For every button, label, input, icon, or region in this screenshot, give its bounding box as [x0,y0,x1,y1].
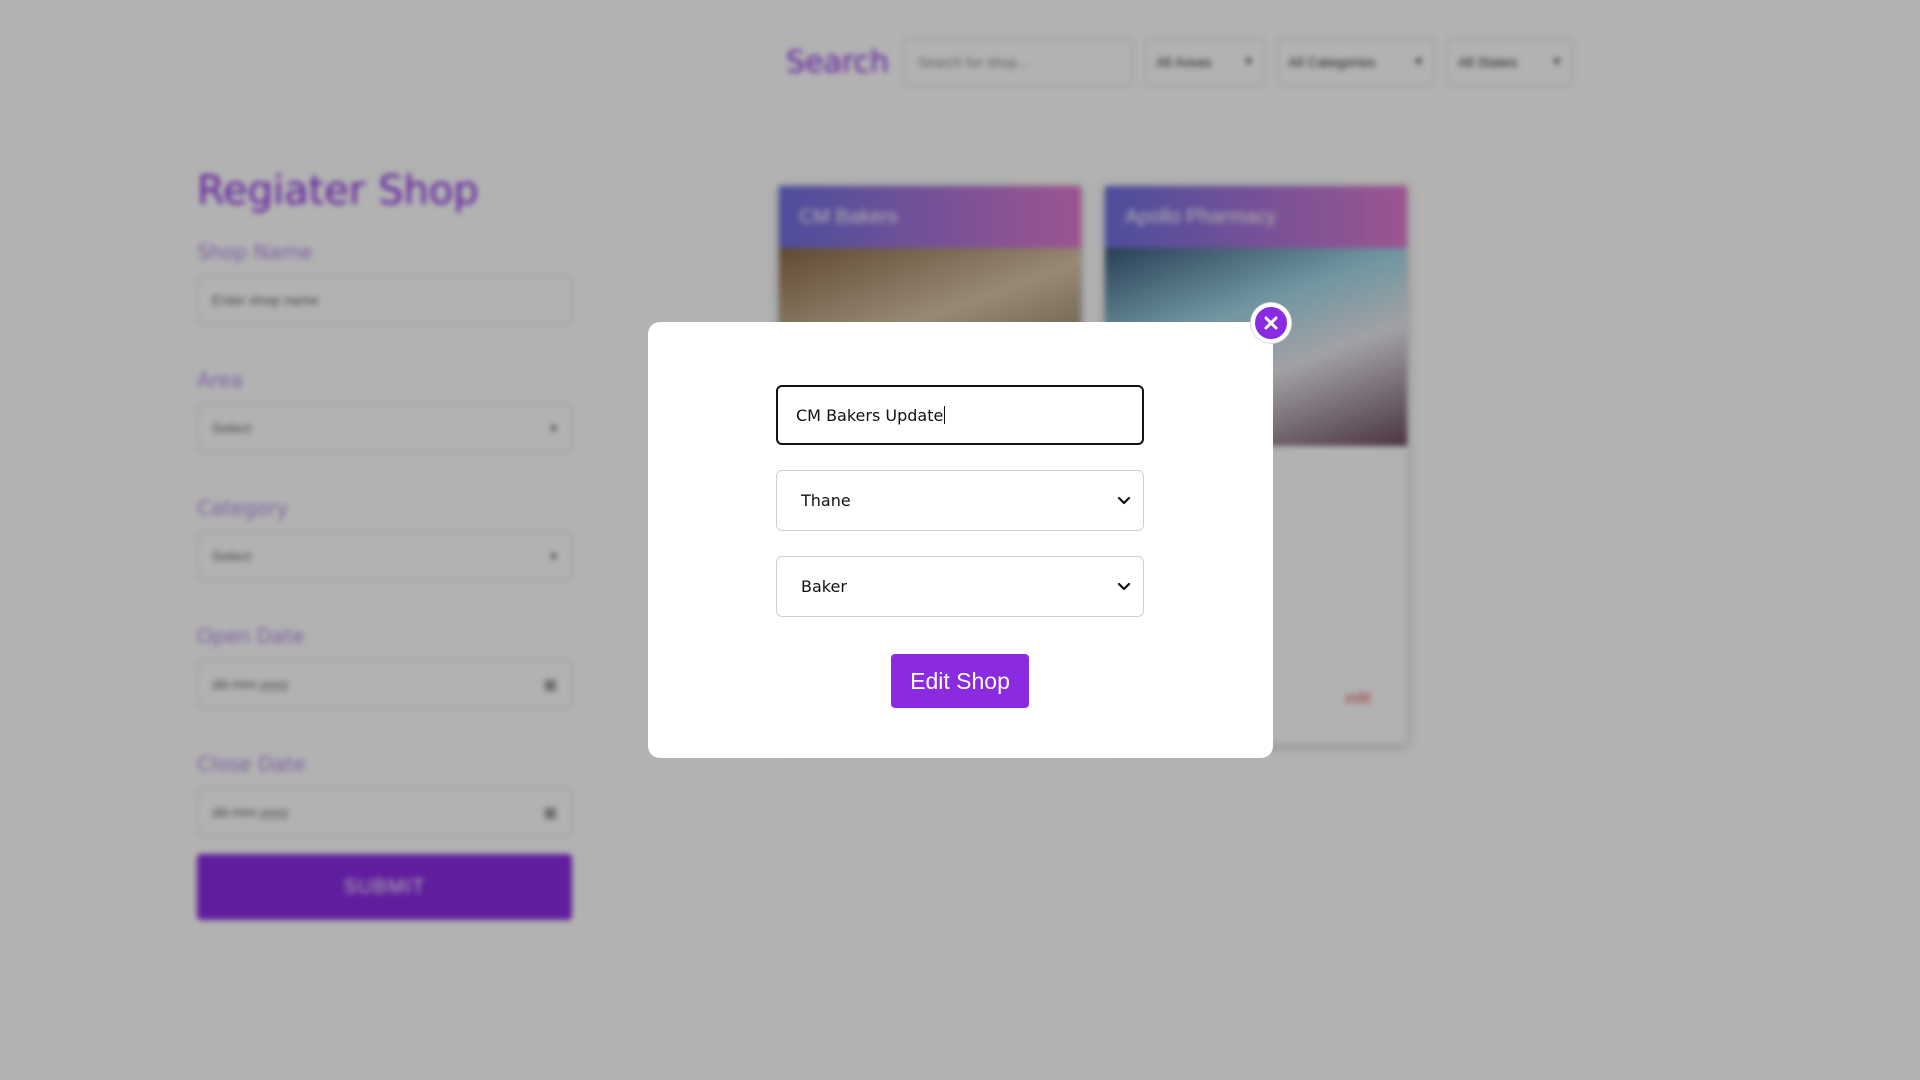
chevron-down-icon [1117,496,1131,504]
area-dropdown[interactable]: Thane [776,470,1144,531]
shop-name-field[interactable]: CM Bakers Update [776,385,1144,445]
category-dropdown[interactable]: Baker [776,556,1144,617]
edit-shop-button[interactable]: Edit Shop [891,654,1029,708]
close-icon [1264,316,1278,330]
chevron-down-icon [1117,582,1131,590]
close-button[interactable] [1251,303,1291,343]
area-dropdown-value: Thane [801,491,851,510]
shop-name-value: CM Bakers Update [796,405,944,425]
text-caret [944,406,946,424]
category-dropdown-value: Baker [801,577,847,596]
